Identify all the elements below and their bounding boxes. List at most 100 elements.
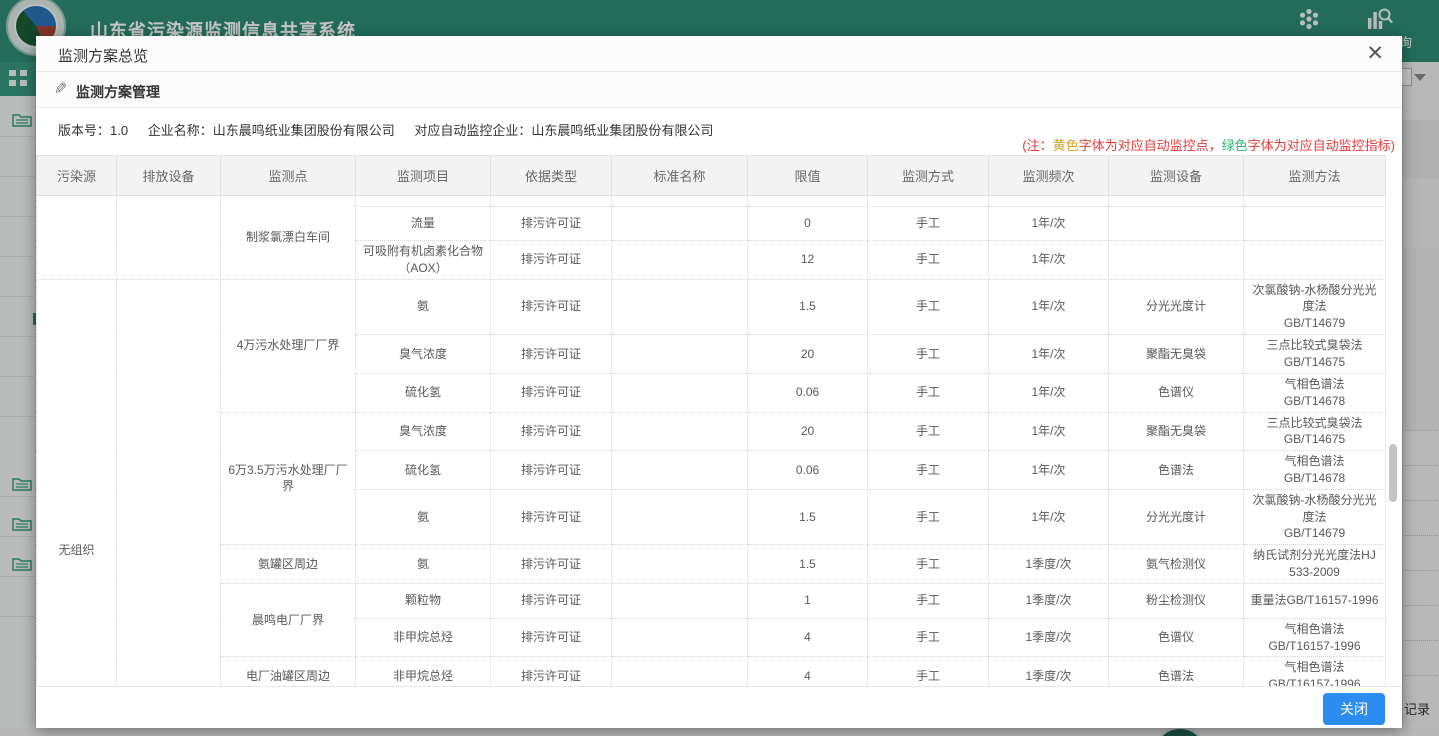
table-cell: 排污许可证 <box>491 618 612 657</box>
table-cell: 手工 <box>868 545 989 584</box>
table-cell: 排污许可证 <box>491 657 612 686</box>
table-cell: 次氯酸钠-水杨酸分光光度法 GB/T14679 <box>1244 489 1386 544</box>
note-yellow: 黄色 <box>1053 138 1079 153</box>
table-cell <box>612 241 748 280</box>
table-cell <box>612 196 748 207</box>
column-header: 监测方式 <box>868 156 989 196</box>
table-cell <box>1244 196 1386 207</box>
column-header: 限值 <box>748 156 868 196</box>
table-cell: 三点比较式臭袋法 GB/T14675 <box>1244 334 1386 373</box>
table-scrollbar-thumb[interactable] <box>1389 444 1397 502</box>
table-cell <box>356 196 491 207</box>
note-prefix: (注： <box>1022 138 1052 153</box>
screen: 山东省污染源监测信息共享系统 <box>0 0 1439 736</box>
table-cell: 纳氏试剂分光光度法HJ533-2009 <box>1244 545 1386 584</box>
table-cell: 1年/次 <box>989 412 1109 451</box>
table-cell: 1年/次 <box>989 279 1109 334</box>
table-cell <box>612 451 748 490</box>
table-cell: 色谱法 <box>1109 451 1244 490</box>
close-icon[interactable]: ✕ <box>1366 41 1384 67</box>
auto-company-label: 对应自动监控企业： <box>414 123 531 138</box>
table-cell: 排污许可证 <box>491 279 612 334</box>
table-cell <box>117 279 221 686</box>
table-cell: 排污许可证 <box>491 241 612 280</box>
table-cell: 1年/次 <box>989 334 1109 373</box>
table-row: 晨鸣电厂厂界颗粒物排污许可证1手工1季度/次粉尘检测仪重量法GB/T16157-… <box>37 583 1386 618</box>
company-value: 山东晨鸣纸业集团股份有限公司 <box>213 123 395 138</box>
table-cell: 排污许可证 <box>491 545 612 584</box>
table-cell: 排污许可证 <box>491 451 612 490</box>
legend-note: (注：黄色字体为对应自动监控点，绿色字体为对应自动监控指标) <box>1022 135 1395 154</box>
table-cell: 手工 <box>868 583 989 618</box>
table-cell: 聚酯无臭袋 <box>1109 334 1244 373</box>
table-cell <box>612 334 748 373</box>
column-header: 依据类型 <box>491 156 612 196</box>
header-row: 污染源排放设备监测点监测项目依据类型标准名称限值监测方式监测频次监测设备监测方法 <box>37 156 1386 196</box>
table-cell: 气相色谱法 GB/T16157-1996 <box>1244 618 1386 657</box>
table-cell: 1季度/次 <box>989 618 1109 657</box>
table-cell: 手工 <box>868 241 989 280</box>
table-cell: 排污许可证 <box>491 207 612 241</box>
table-cell: 色谱法 <box>1109 657 1244 686</box>
modal-footer: 关闭 <box>36 686 1402 728</box>
table-cell: 分光光度计 <box>1109 489 1244 544</box>
table-cell: 排污许可证 <box>491 412 612 451</box>
monitor-plan-modal: 监测方案总览 ✕ ✎ 监测方案管理 版本号：1.0 企业名称：山东晨鸣纸业集团股… <box>36 36 1402 728</box>
table-cell: 手工 <box>868 334 989 373</box>
table-cell: 1.5 <box>748 545 868 584</box>
table-cell: 0.06 <box>748 451 868 490</box>
table-cell: 晨鸣电厂厂界 <box>221 583 356 657</box>
table-cell: 4万污水处理厂厂界 <box>221 279 356 412</box>
table-cell: 次氯酸钠-水杨酸分光光度法 GB/T14679 <box>1244 279 1386 334</box>
table-cell: 聚酯无臭袋 <box>1109 412 1244 451</box>
table-cell <box>748 196 868 207</box>
table-cell: 4 <box>748 618 868 657</box>
table-cell: 臭气浓度 <box>356 412 491 451</box>
table-cell: 硫化氢 <box>356 373 491 412</box>
table-cell: 手工 <box>868 618 989 657</box>
table-cell: 1.5 <box>748 279 868 334</box>
table-cell: 1年/次 <box>989 207 1109 241</box>
table-cell: 无组织 <box>37 279 117 686</box>
table-cell <box>612 489 748 544</box>
note-green: 绿色 <box>1222 138 1248 153</box>
table-cell: 排污许可证 <box>491 334 612 373</box>
table-cell: 1 <box>748 583 868 618</box>
table-cell <box>117 196 221 280</box>
table-cell: 手工 <box>868 412 989 451</box>
auto-company-value: 山东晨鸣纸业集团股份有限公司 <box>531 123 713 138</box>
table-cell: 20 <box>748 412 868 451</box>
plan-info-line: 版本号：1.0 企业名称：山东晨鸣纸业集团股份有限公司 对应自动监控企业：山东晨… <box>58 120 713 139</box>
table-cell: 色谱仪 <box>1109 618 1244 657</box>
table-cell <box>1109 196 1244 207</box>
table-cell: 12 <box>748 241 868 280</box>
table-cell: 氨 <box>356 489 491 544</box>
table-cell: 硫化氢 <box>356 451 491 490</box>
column-header: 标准名称 <box>612 156 748 196</box>
table-cell: 臭气浓度 <box>356 334 491 373</box>
table-cell: 色谱仪 <box>1109 373 1244 412</box>
column-header: 污染源 <box>37 156 117 196</box>
table-cell: 制浆氯漂白车间 <box>221 196 356 280</box>
table-cell: 20 <box>748 334 868 373</box>
table-cell <box>612 412 748 451</box>
table-cell: 排污许可证 <box>491 489 612 544</box>
table-cell: 6万3.5万污水处理厂厂界 <box>221 412 356 545</box>
table-cell: 1年/次 <box>989 451 1109 490</box>
table-cell: 三点比较式臭袋法 GB/T14675 <box>1244 412 1386 451</box>
version-label: 版本号： <box>58 123 110 138</box>
table-cell: 非甲烷总烃 <box>356 618 491 657</box>
table-cell: 手工 <box>868 207 989 241</box>
close-button[interactable]: 关闭 <box>1323 693 1385 725</box>
table-cell: 气相色谱法 GB/T14678 <box>1244 451 1386 490</box>
table-cell: 1年/次 <box>989 489 1109 544</box>
table-cell <box>1109 207 1244 241</box>
column-header: 监测方法 <box>1244 156 1386 196</box>
column-header: 监测频次 <box>989 156 1109 196</box>
table-cell: 1年/次 <box>989 373 1109 412</box>
table-cell: 1季度/次 <box>989 657 1109 686</box>
pen-icon: ✎ <box>54 79 67 99</box>
table-row: 电厂油罐区周边非甲烷总烃排污许可证4手工1季度/次色谱法气相色谱法 GB/T16… <box>37 657 1386 686</box>
table-cell: 0 <box>748 207 868 241</box>
table-cell: 1.5 <box>748 489 868 544</box>
